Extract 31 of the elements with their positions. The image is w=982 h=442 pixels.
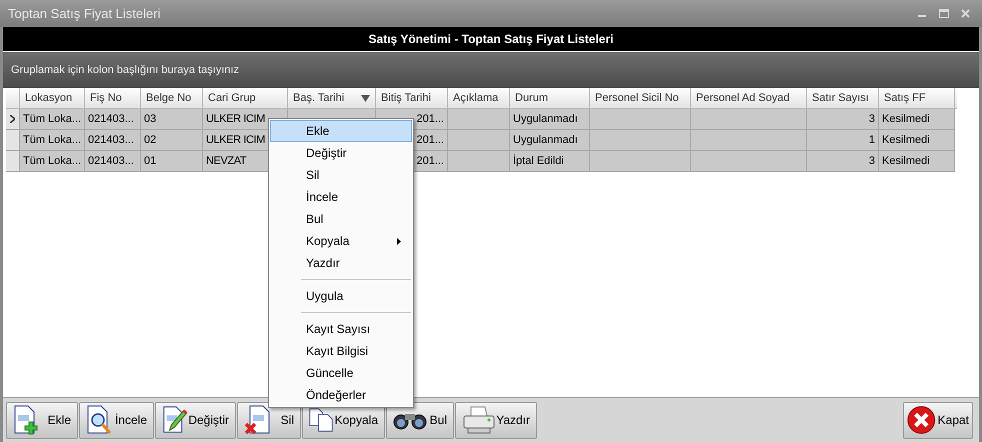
close-circle-icon — [907, 405, 936, 435]
menu-item[interactable]: İncele — [270, 186, 412, 208]
menu-item[interactable]: Kayıt Sayısı — [270, 318, 412, 340]
close-icon[interactable] — [961, 9, 970, 18]
menu-item[interactable]: Kayıt Bilgisi — [270, 340, 412, 362]
menu-item[interactable]: Güncelle — [270, 362, 412, 384]
printer-icon — [462, 406, 496, 434]
current-row-icon — [10, 115, 15, 123]
menu-item[interactable]: Bul — [270, 208, 412, 230]
toolbar-button[interactable]: İncele — [79, 402, 154, 438]
menu-item[interactable]: Kopyala — [270, 230, 412, 252]
menu-item[interactable]: Yazdır — [270, 252, 412, 274]
document-plus-icon — [13, 405, 39, 435]
maximize-icon[interactable] — [939, 9, 949, 18]
toolbar-button[interactable]: Yazdır — [455, 402, 537, 438]
row-indicator[interactable] — [6, 109, 20, 130]
sort-arrow-icon — [361, 94, 370, 102]
document-magnifier-icon — [86, 405, 114, 435]
document-cross-icon — [244, 405, 272, 435]
toolbar-button[interactable]: Bul — [386, 402, 454, 438]
document-pencil-icon — [162, 405, 188, 435]
header-bar: Satış Yönetimi - Toptan Satış Fiyat Listeleri — [3, 27, 979, 51]
group-panel-hint: Gruplamak için kolon başlığını buraya taşıyınız — [11, 62, 240, 78]
close-button[interactable]: Kapat — [903, 402, 973, 438]
submenu-arrow-icon — [397, 238, 401, 244]
toolbar-button[interactable]: Sil — [237, 402, 301, 438]
toolbar-button[interactable]: Değiştir — [155, 402, 236, 438]
toolbar-button[interactable]: Ekle — [6, 402, 78, 438]
window-title: Toptan Satış Fiyat Listeleri — [8, 4, 162, 23]
menu-item[interactable]: Uygula — [270, 285, 412, 307]
menu-item[interactable]: Ekle — [270, 120, 412, 142]
